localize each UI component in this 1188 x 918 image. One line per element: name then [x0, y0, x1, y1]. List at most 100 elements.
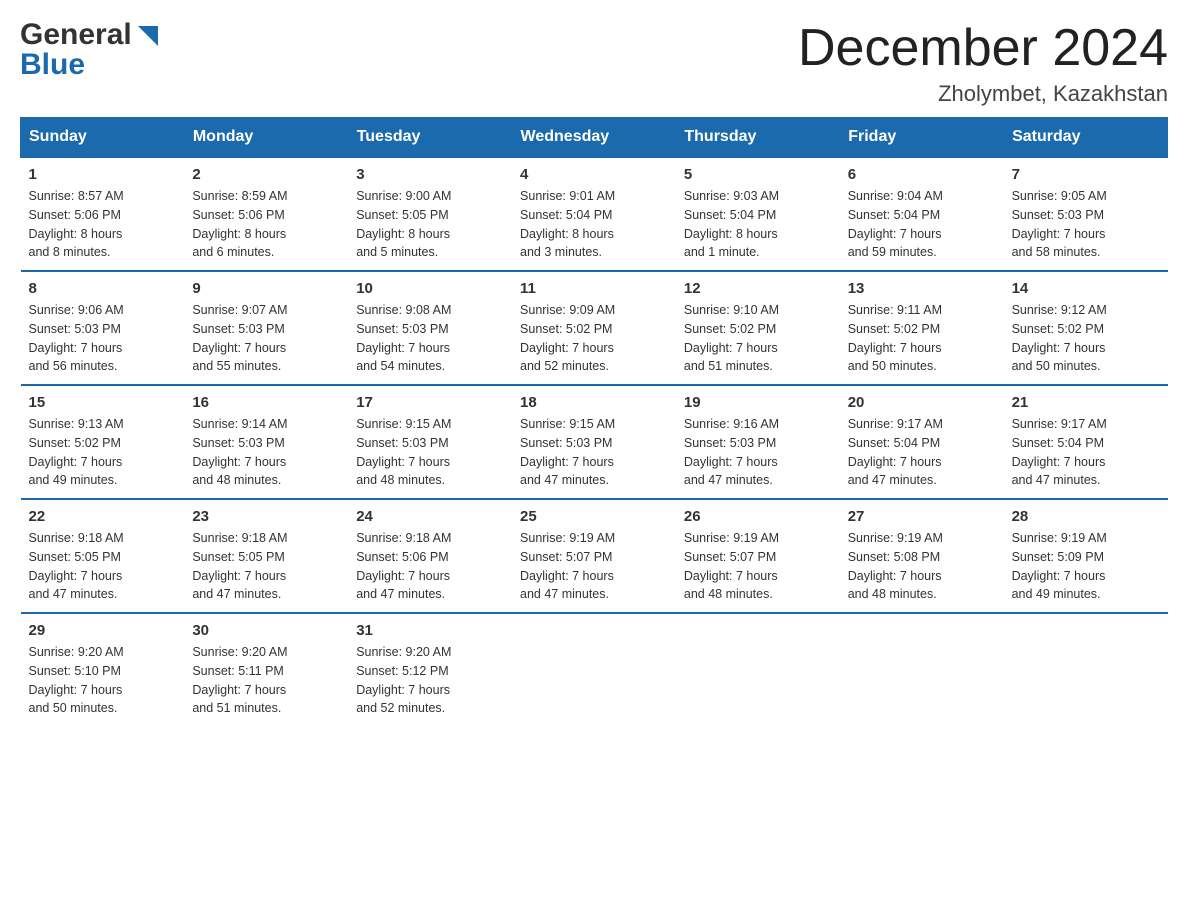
table-cell: 26 Sunrise: 9:19 AMSunset: 5:07 PMDaylig… [676, 499, 840, 613]
table-cell: 17 Sunrise: 9:15 AMSunset: 5:03 PMDaylig… [348, 385, 512, 499]
day-number: 29 [29, 622, 177, 639]
day-info: Sunrise: 9:20 AMSunset: 5:11 PMDaylight:… [192, 645, 287, 715]
day-number: 9 [192, 280, 340, 297]
table-cell: 2 Sunrise: 8:59 AMSunset: 5:06 PMDayligh… [184, 157, 348, 271]
table-cell [1004, 613, 1168, 726]
day-info: Sunrise: 9:20 AMSunset: 5:10 PMDaylight:… [29, 645, 124, 715]
day-number: 30 [192, 622, 340, 639]
day-info: Sunrise: 9:06 AMSunset: 5:03 PMDaylight:… [29, 303, 124, 373]
weekday-header-row: SundayMondayTuesdayWednesdayThursdayFrid… [21, 118, 1168, 158]
month-title: December 2024 [798, 20, 1168, 77]
day-info: Sunrise: 9:19 AMSunset: 5:08 PMDaylight:… [848, 531, 943, 601]
day-info: Sunrise: 9:04 AMSunset: 5:04 PMDaylight:… [848, 189, 943, 259]
day-number: 15 [29, 394, 177, 411]
week-row-4: 22 Sunrise: 9:18 AMSunset: 5:05 PMDaylig… [21, 499, 1168, 613]
day-number: 25 [520, 508, 668, 525]
weekday-header-monday: Monday [184, 118, 348, 158]
day-number: 17 [356, 394, 504, 411]
location: Zholymbet, Kazakhstan [798, 81, 1168, 107]
day-number: 8 [29, 280, 177, 297]
week-row-5: 29 Sunrise: 9:20 AMSunset: 5:10 PMDaylig… [21, 613, 1168, 726]
day-info: Sunrise: 9:16 AMSunset: 5:03 PMDaylight:… [684, 417, 779, 487]
table-cell: 29 Sunrise: 9:20 AMSunset: 5:10 PMDaylig… [21, 613, 185, 726]
table-cell: 8 Sunrise: 9:06 AMSunset: 5:03 PMDayligh… [21, 271, 185, 385]
table-cell [840, 613, 1004, 726]
day-info: Sunrise: 8:57 AMSunset: 5:06 PMDaylight:… [29, 189, 124, 259]
day-number: 7 [1012, 166, 1160, 183]
day-number: 27 [848, 508, 996, 525]
calendar-table: SundayMondayTuesdayWednesdayThursdayFrid… [20, 117, 1168, 726]
weekday-header-tuesday: Tuesday [348, 118, 512, 158]
day-number: 4 [520, 166, 668, 183]
week-row-1: 1 Sunrise: 8:57 AMSunset: 5:06 PMDayligh… [21, 157, 1168, 271]
day-info: Sunrise: 9:15 AMSunset: 5:03 PMDaylight:… [356, 417, 451, 487]
day-number: 21 [1012, 394, 1160, 411]
day-number: 6 [848, 166, 996, 183]
day-number: 19 [684, 394, 832, 411]
day-info: Sunrise: 9:19 AMSunset: 5:09 PMDaylight:… [1012, 531, 1107, 601]
day-number: 13 [848, 280, 996, 297]
day-number: 2 [192, 166, 340, 183]
day-number: 14 [1012, 280, 1160, 297]
day-info: Sunrise: 9:15 AMSunset: 5:03 PMDaylight:… [520, 417, 615, 487]
week-row-2: 8 Sunrise: 9:06 AMSunset: 5:03 PMDayligh… [21, 271, 1168, 385]
table-cell [676, 613, 840, 726]
week-row-3: 15 Sunrise: 9:13 AMSunset: 5:02 PMDaylig… [21, 385, 1168, 499]
table-cell: 20 Sunrise: 9:17 AMSunset: 5:04 PMDaylig… [840, 385, 1004, 499]
day-info: Sunrise: 9:19 AMSunset: 5:07 PMDaylight:… [684, 531, 779, 601]
table-cell: 9 Sunrise: 9:07 AMSunset: 5:03 PMDayligh… [184, 271, 348, 385]
day-info: Sunrise: 9:13 AMSunset: 5:02 PMDaylight:… [29, 417, 124, 487]
logo-blue: Blue [20, 50, 85, 80]
day-info: Sunrise: 9:12 AMSunset: 5:02 PMDaylight:… [1012, 303, 1107, 373]
weekday-header-saturday: Saturday [1004, 118, 1168, 158]
day-number: 22 [29, 508, 177, 525]
day-info: Sunrise: 9:03 AMSunset: 5:04 PMDaylight:… [684, 189, 779, 259]
day-number: 10 [356, 280, 504, 297]
table-cell: 14 Sunrise: 9:12 AMSunset: 5:02 PMDaylig… [1004, 271, 1168, 385]
table-cell: 10 Sunrise: 9:08 AMSunset: 5:03 PMDaylig… [348, 271, 512, 385]
day-info: Sunrise: 8:59 AMSunset: 5:06 PMDaylight:… [192, 189, 287, 259]
day-number: 23 [192, 508, 340, 525]
table-cell: 31 Sunrise: 9:20 AMSunset: 5:12 PMDaylig… [348, 613, 512, 726]
table-cell: 18 Sunrise: 9:15 AMSunset: 5:03 PMDaylig… [512, 385, 676, 499]
day-number: 11 [520, 280, 668, 297]
day-info: Sunrise: 9:18 AMSunset: 5:05 PMDaylight:… [29, 531, 124, 601]
page-header: General Blue December 2024 Zholymbet, Ka… [20, 20, 1168, 107]
table-cell: 6 Sunrise: 9:04 AMSunset: 5:04 PMDayligh… [840, 157, 1004, 271]
day-number: 20 [848, 394, 996, 411]
weekday-header-thursday: Thursday [676, 118, 840, 158]
day-info: Sunrise: 9:01 AMSunset: 5:04 PMDaylight:… [520, 189, 615, 259]
table-cell: 15 Sunrise: 9:13 AMSunset: 5:02 PMDaylig… [21, 385, 185, 499]
logo-general: General [20, 20, 132, 50]
table-cell: 27 Sunrise: 9:19 AMSunset: 5:08 PMDaylig… [840, 499, 1004, 613]
day-info: Sunrise: 9:20 AMSunset: 5:12 PMDaylight:… [356, 645, 451, 715]
day-number: 28 [1012, 508, 1160, 525]
day-info: Sunrise: 9:09 AMSunset: 5:02 PMDaylight:… [520, 303, 615, 373]
day-info: Sunrise: 9:14 AMSunset: 5:03 PMDaylight:… [192, 417, 287, 487]
day-number: 12 [684, 280, 832, 297]
table-cell: 16 Sunrise: 9:14 AMSunset: 5:03 PMDaylig… [184, 385, 348, 499]
day-number: 24 [356, 508, 504, 525]
title-block: December 2024 Zholymbet, Kazakhstan [798, 20, 1168, 107]
day-number: 1 [29, 166, 177, 183]
day-info: Sunrise: 9:18 AMSunset: 5:06 PMDaylight:… [356, 531, 451, 601]
weekday-header-friday: Friday [840, 118, 1004, 158]
table-cell: 23 Sunrise: 9:18 AMSunset: 5:05 PMDaylig… [184, 499, 348, 613]
day-info: Sunrise: 9:11 AMSunset: 5:02 PMDaylight:… [848, 303, 942, 373]
day-number: 31 [356, 622, 504, 639]
table-cell: 25 Sunrise: 9:19 AMSunset: 5:07 PMDaylig… [512, 499, 676, 613]
table-cell: 3 Sunrise: 9:00 AMSunset: 5:05 PMDayligh… [348, 157, 512, 271]
table-cell: 7 Sunrise: 9:05 AMSunset: 5:03 PMDayligh… [1004, 157, 1168, 271]
day-number: 5 [684, 166, 832, 183]
day-number: 16 [192, 394, 340, 411]
day-info: Sunrise: 9:05 AMSunset: 5:03 PMDaylight:… [1012, 189, 1107, 259]
table-cell: 19 Sunrise: 9:16 AMSunset: 5:03 PMDaylig… [676, 385, 840, 499]
logo: General Blue [20, 20, 162, 80]
table-cell: 4 Sunrise: 9:01 AMSunset: 5:04 PMDayligh… [512, 157, 676, 271]
table-cell [512, 613, 676, 726]
table-cell: 11 Sunrise: 9:09 AMSunset: 5:02 PMDaylig… [512, 271, 676, 385]
day-number: 26 [684, 508, 832, 525]
day-info: Sunrise: 9:10 AMSunset: 5:02 PMDaylight:… [684, 303, 779, 373]
table-cell: 28 Sunrise: 9:19 AMSunset: 5:09 PMDaylig… [1004, 499, 1168, 613]
day-number: 18 [520, 394, 668, 411]
